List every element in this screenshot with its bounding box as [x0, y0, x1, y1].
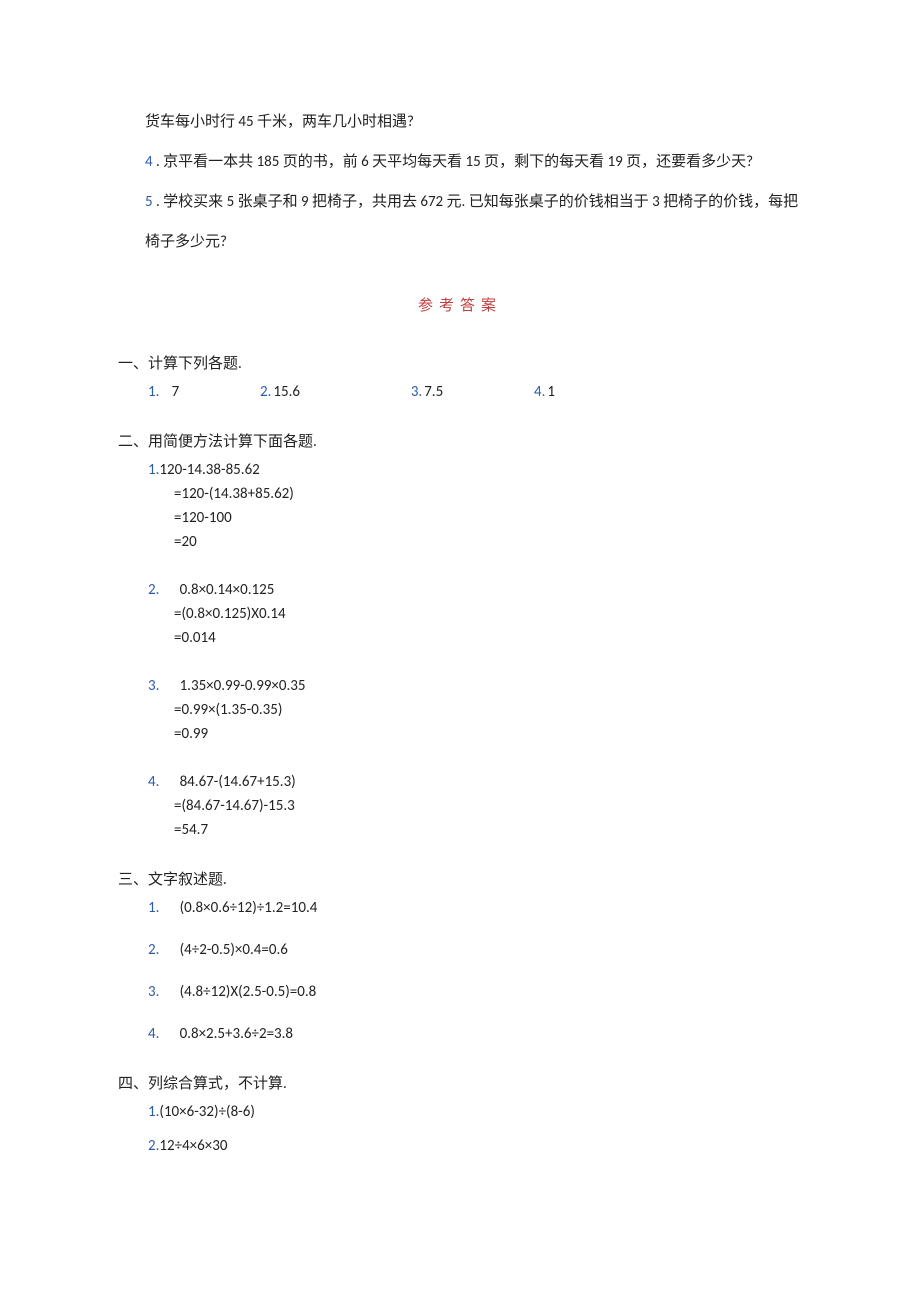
s2-b3-line3: =0.99 — [118, 722, 802, 746]
s1-n4: 4. — [534, 383, 545, 401]
s2-b2-line3: =0.014 — [118, 626, 802, 650]
s2-b4-expr: 84.67-(14.67+15.3) — [180, 773, 296, 791]
section-3-head: 三、文字叙述题. — [118, 868, 802, 892]
s3-r4-val: 0.8×2.5+3.6÷2=3.8 — [180, 1025, 293, 1043]
s1-v1: 7 — [172, 383, 180, 401]
s4-r1: 1.(10×6-32)÷(8-6) — [118, 1100, 802, 1124]
s2-b3-expr: 1.35×0.99-0.99×0.35 — [180, 677, 306, 695]
question-4-number: 4 — [145, 153, 153, 171]
s1-n1: 1. — [148, 383, 159, 401]
s3-r2: 2. (4÷2-0.5)×0.4=0.6 — [118, 938, 802, 962]
s2-b2-expr: 0.8×0.14×0.125 — [180, 581, 275, 599]
s1-n3: 3. — [411, 383, 422, 401]
s3-r2-val: (4÷2-0.5)×0.4=0.6 — [180, 941, 288, 959]
question-5: 5 . 学校买来 5 张桌子和 9 把椅子，共用去 672 元. 已知每张桌子的… — [118, 190, 802, 254]
s3-r1: 1. (0.8×0.6÷12)÷1.2=10.4 — [118, 896, 802, 920]
question-5-text-a: . 学校买来 5 张桌子和 9 把椅子，共用去 672 元. 已知每张桌子的价钱… — [153, 193, 799, 211]
section-2-head: 二、用简便方法计算下面各题. — [118, 430, 802, 454]
s3-r3: 3. (4.8÷12)X(2.5-0.5)=0.8 — [118, 980, 802, 1004]
section-1-answers: 1. 7 2.15.6 3.7.5 4.1 — [118, 380, 802, 404]
s2-b3-num: 3. — [148, 677, 159, 695]
s2-b4-line1: 4. 84.67-(14.67+15.3) — [118, 770, 802, 794]
s2-block-4: 4. 84.67-(14.67+15.3) =(84.67-14.67)-15.… — [118, 770, 802, 842]
s3-r3-num: 3. — [148, 983, 159, 1001]
s3-r1-num: 1. — [148, 899, 159, 917]
s2-block-1: 1.120-14.38-85.62 =120-(14.38+85.62) =12… — [118, 458, 802, 554]
s2-b1-line2: =120-(14.38+85.62) — [118, 482, 802, 506]
s2-b1-num: 1. — [148, 461, 159, 479]
s4-r1-num: 1. — [148, 1103, 159, 1121]
s2-b1-line3: =120-100 — [118, 506, 802, 530]
s2-block-2: 2. 0.8×0.14×0.125 =(0.8×0.125)X0.14 =0.0… — [118, 578, 802, 650]
s1-v4: 1 — [547, 383, 555, 401]
question-5-line1: 5 . 学校买来 5 张桌子和 9 把椅子，共用去 672 元. 已知每张桌子的… — [118, 190, 802, 214]
s1-v2: 15.6 — [273, 383, 300, 401]
s1-n2: 2. — [260, 383, 271, 401]
question-4: 4 . 京平看一本共 185 页的书，前 6 天平均每天看 15 页，剩下的每天… — [118, 150, 802, 174]
answers-title: 参考答案 — [118, 294, 802, 318]
s3-r1-val: (0.8×0.6÷12)÷1.2=10.4 — [180, 899, 318, 917]
question-4-text: . 京平看一本共 185 页的书，前 6 天平均每天看 15 页，剩下的每天看 … — [153, 153, 753, 171]
s4-r1-val: (10×6-32)÷(8-6) — [159, 1103, 255, 1121]
s2-b1-line1: 1.120-14.38-85.62 — [118, 458, 802, 482]
s1-v3: 7.5 — [424, 383, 443, 401]
s2-b2-line1: 2. 0.8×0.14×0.125 — [118, 578, 802, 602]
section-1-head: 一、计算下列各题. — [118, 352, 802, 376]
s2-block-3: 3. 1.35×0.99-0.99×0.35 =0.99×(1.35-0.35)… — [118, 674, 802, 746]
s4-r2-num: 2. — [148, 1137, 159, 1155]
s2-b4-num: 4. — [148, 773, 159, 791]
document-page: 货车每小时行 45 千米，两车几小时相遇? 4 . 京平看一本共 185 页的书… — [0, 0, 920, 1158]
s3-r4: 4. 0.8×2.5+3.6÷2=3.8 — [118, 1022, 802, 1046]
question-5-line2: 椅子多少元? — [118, 230, 802, 254]
s4-r2: 2.12÷4×6×30 — [118, 1134, 802, 1158]
s2-b2-num: 2. — [148, 581, 159, 599]
s2-b2-line2: =(0.8×0.125)X0.14 — [118, 602, 802, 626]
s2-b1-line4: =20 — [118, 530, 802, 554]
section-4-head: 四、列综合算式，不计算. — [118, 1072, 802, 1096]
question-5-number: 5 — [145, 193, 153, 211]
s4-r2-val: 12÷4×6×30 — [159, 1137, 227, 1155]
s3-r4-num: 4. — [148, 1025, 159, 1043]
s2-b4-line3: =54.7 — [118, 818, 802, 842]
s2-b3-line2: =0.99×(1.35-0.35) — [118, 698, 802, 722]
s2-b3-line1: 3. 1.35×0.99-0.99×0.35 — [118, 674, 802, 698]
s2-b4-line2: =(84.67-14.67)-15.3 — [118, 794, 802, 818]
s3-r3-val: (4.8÷12)X(2.5-0.5)=0.8 — [180, 983, 317, 1001]
question-3-cont: 货车每小时行 45 千米，两车几小时相遇? — [118, 110, 802, 134]
s3-r2-num: 2. — [148, 941, 159, 959]
s2-b1-expr: 120-14.38-85.62 — [159, 461, 259, 479]
